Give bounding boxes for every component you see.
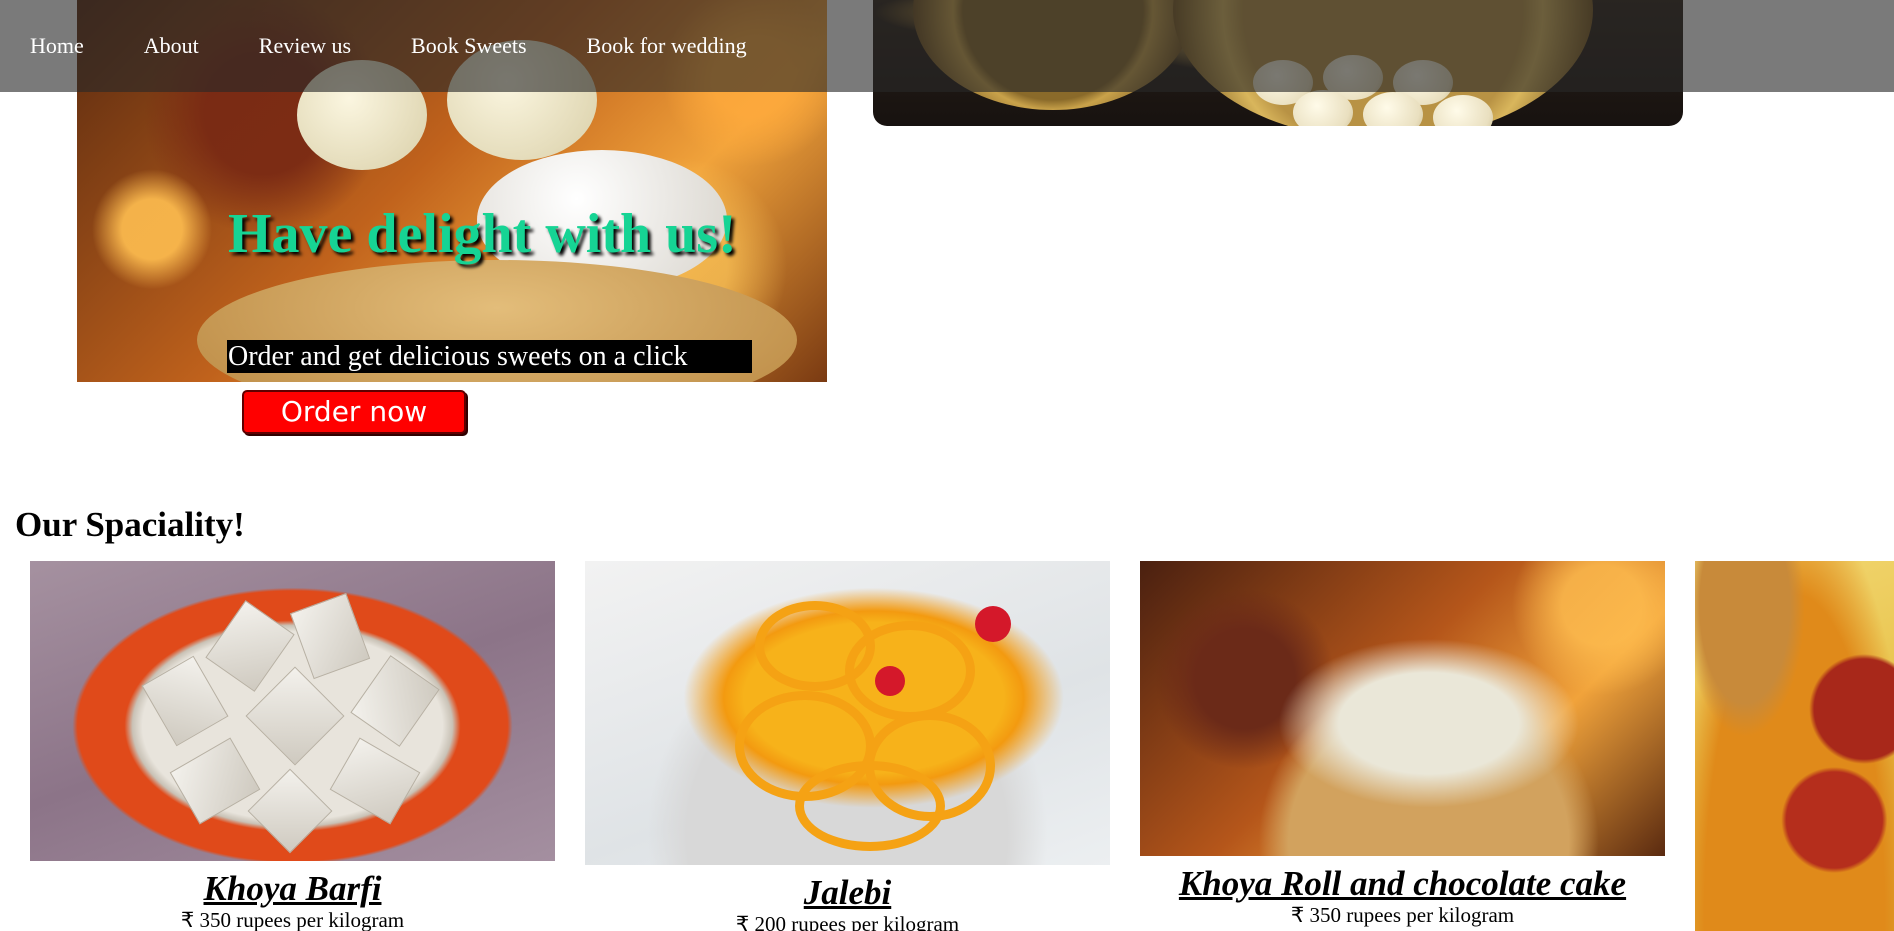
jalebi-swirl: [845, 621, 975, 721]
hero-heading: Have delight with us!: [228, 203, 737, 265]
page: Home About Review us Book Sweets Book fo…: [0, 0, 1894, 931]
barfi-piece: [169, 737, 261, 825]
product-image-khoya-barfi[interactable]: [30, 561, 555, 861]
top-navbar: Home About Review us Book Sweets Book fo…: [0, 0, 1894, 92]
barfi-piece: [205, 600, 295, 692]
product-name[interactable]: Khoya Barfi: [30, 869, 555, 909]
nav-home-link[interactable]: Home: [30, 33, 84, 59]
order-now-button[interactable]: Order now: [242, 390, 466, 434]
product-card-khoya-roll[interactable]: Khoya Roll and chocolate cake ₹ 350 rupe…: [1140, 561, 1665, 926]
product-image-gulab-jamun[interactable]: [1695, 561, 1894, 931]
barfi-piece: [329, 737, 421, 825]
product-card-gulab-jamun[interactable]: [1695, 561, 1894, 931]
hero-subheading: Order and get delicious sweets on a clic…: [227, 340, 752, 373]
nav-review-us-link[interactable]: Review us: [259, 33, 351, 59]
product-image-khoya-roll[interactable]: [1140, 561, 1665, 856]
product-image-jalebi[interactable]: [585, 561, 1110, 865]
nav-book-for-wedding-link[interactable]: Book for wedding: [587, 33, 747, 59]
product-price: ₹ 350 rupees per kilogram: [1290, 903, 1515, 927]
product-card-jalebi[interactable]: Jalebi ₹ 200 rupees per kilogram: [585, 561, 1110, 931]
product-name[interactable]: Jalebi: [585, 873, 1110, 913]
speciality-title: Our Spaciality!: [15, 505, 245, 544]
jalebi-swirl: [795, 761, 945, 851]
nav-about-link[interactable]: About: [144, 33, 199, 59]
product-price: ₹ 350 rupees per kilogram: [180, 908, 405, 931]
product-card-khoya-barfi[interactable]: Khoya Barfi ₹ 350 rupees per kilogram: [30, 561, 555, 931]
product-name[interactable]: Khoya Roll and chocolate cake: [1140, 864, 1665, 904]
nav-book-sweets-link[interactable]: Book Sweets: [411, 33, 527, 59]
product-price: ₹ 200 rupees per kilogram: [735, 912, 960, 931]
cherry: [975, 606, 1011, 642]
barfi-piece: [247, 768, 333, 854]
barfi-piece: [141, 655, 229, 747]
cherry: [875, 666, 905, 696]
barfi-piece: [289, 592, 371, 680]
barfi-piece: [350, 655, 440, 747]
